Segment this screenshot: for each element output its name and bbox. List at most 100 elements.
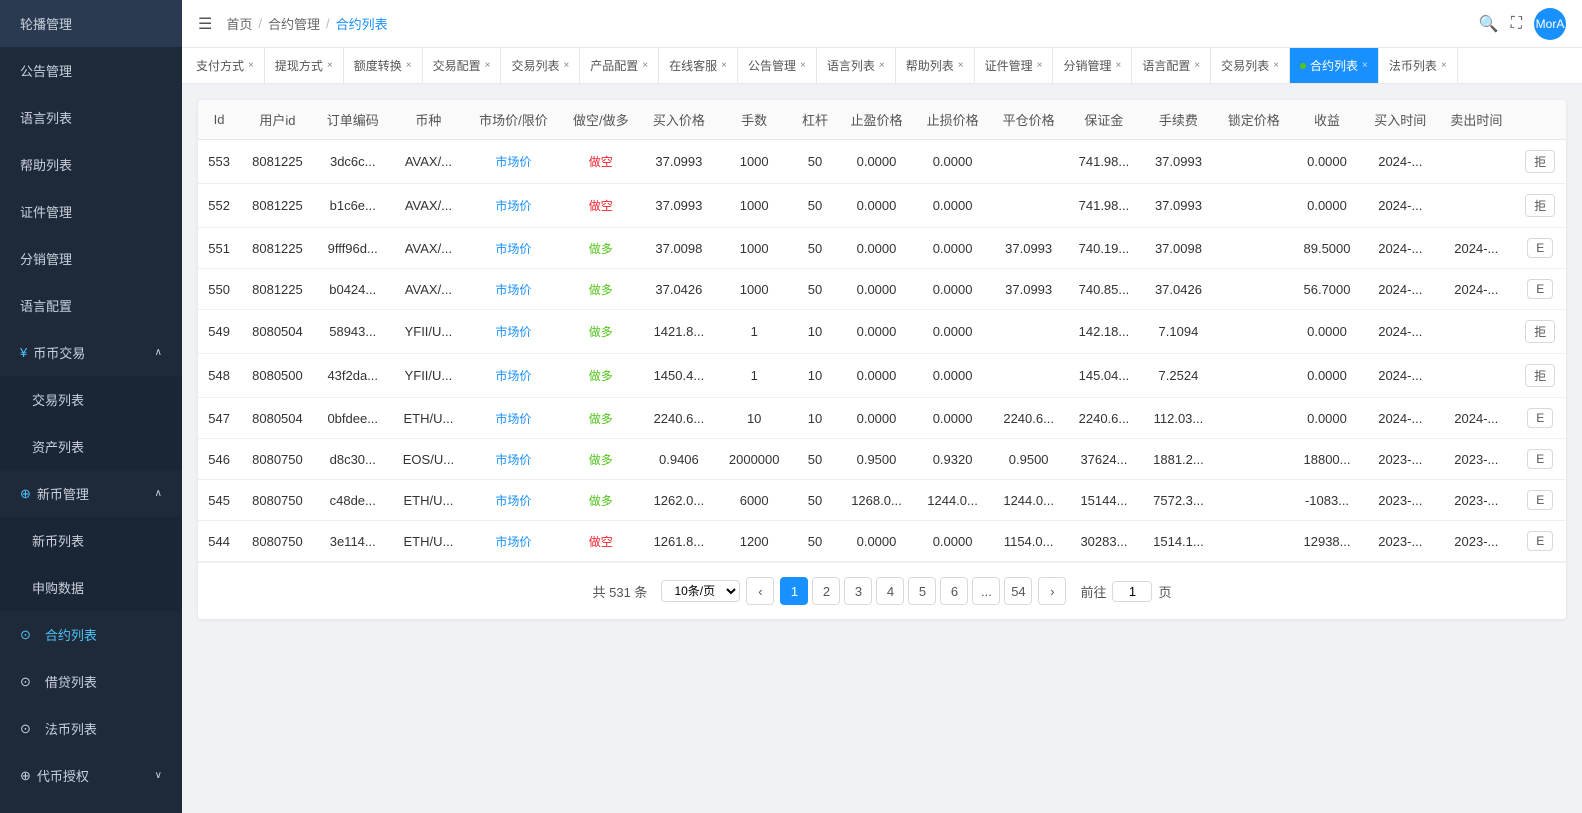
prev-page-button[interactable]: ‹ <box>746 577 774 605</box>
cell-sell-time <box>1438 354 1514 398</box>
fullscreen-icon[interactable]: ⛶ <box>1511 15 1522 33</box>
cell-fee: 37.0993 <box>1141 184 1216 228</box>
tab-交易配置[interactable]: 交易配置× <box>423 48 502 84</box>
action-button[interactable]: E <box>1527 531 1553 551</box>
action-button[interactable]: E <box>1527 449 1553 469</box>
breadcrumb-contract-mgmt[interactable]: 合约管理 <box>268 14 320 33</box>
action-button[interactable]: 拒 <box>1525 364 1555 387</box>
action-button[interactable]: 拒 <box>1525 150 1555 173</box>
breadcrumb-home[interactable]: 首页 <box>226 14 252 33</box>
cell-sell-time: 2023-... <box>1438 521 1514 562</box>
cell-profit: -1083... <box>1292 480 1362 521</box>
tab-close-icon[interactable]: × <box>800 60 806 71</box>
page-size-select[interactable]: 10条/页 <box>661 580 740 602</box>
tab-公告管理[interactable]: 公告管理× <box>738 48 817 84</box>
cell-id: 549 <box>198 310 240 354</box>
search-icon[interactable]: 🔍 <box>1479 14 1499 34</box>
tab-close-icon[interactable]: × <box>485 60 491 71</box>
action-button[interactable]: 拒 <box>1525 320 1555 343</box>
tab-分销管理[interactable]: 分销管理× <box>1053 48 1132 84</box>
col-header-0: Id <box>198 100 240 140</box>
tab-提现方式[interactable]: 提现方式× <box>265 48 344 84</box>
tab-帮助列表[interactable]: 帮助列表× <box>896 48 975 84</box>
tab-close-icon[interactable]: × <box>721 60 727 71</box>
cell-stop-profit: 0.0000 <box>838 269 914 310</box>
sidebar-item-lang-config[interactable]: 语言配置 <box>0 282 182 329</box>
sidebar-item-fiat-list[interactable]: ⊙ 法币列表 <box>0 705 182 752</box>
tab-close-icon[interactable]: × <box>1273 60 1279 71</box>
page-button-1[interactable]: 1 <box>780 577 808 605</box>
sidebar-item-banner[interactable]: 轮播管理 <box>0 0 182 47</box>
sidebar-section-new-coin[interactable]: ⊕ 新币管理 ∧ <box>0 470 182 517</box>
sidebar-item-help-list[interactable]: 帮助列表 <box>0 141 182 188</box>
menu-toggle-icon[interactable]: ☰ <box>198 14 212 34</box>
tab-合约列表[interactable]: 合约列表× <box>1290 48 1379 84</box>
tab-close-icon[interactable]: × <box>1194 60 1200 71</box>
page-button-4[interactable]: 4 <box>876 577 904 605</box>
cell-stop-profit: 0.0000 <box>838 140 914 184</box>
cell-close-price: 1154.0... <box>991 521 1067 562</box>
sidebar-item-language-list[interactable]: 语言列表 <box>0 94 182 141</box>
next-page-button[interactable]: › <box>1038 577 1066 605</box>
tab-close-icon[interactable]: × <box>1115 60 1121 71</box>
tab-产品配置[interactable]: 产品配置× <box>580 48 659 84</box>
sidebar-item-contract-list[interactable]: ⊙ 合约列表 <box>0 611 182 658</box>
tab-close-icon[interactable]: × <box>1037 60 1043 71</box>
sidebar-label-asset-list: 资产列表 <box>32 437 84 456</box>
tab-在线客服[interactable]: 在线客服× <box>659 48 738 84</box>
cell-order-code: b0424... <box>315 269 391 310</box>
table-row: 5508081225b0424...AVAX/...市场价做多37.042610… <box>198 269 1566 310</box>
page-button-6[interactable]: 6 <box>940 577 968 605</box>
tab-label: 额度转换 <box>354 57 402 74</box>
action-button[interactable]: E <box>1527 408 1553 428</box>
tab-交易列表[interactable]: 交易列表× <box>1211 48 1290 84</box>
sidebar-section-token-auth[interactable]: ⊕ 代币授权 ∨ <box>0 752 182 799</box>
tab-close-icon[interactable]: × <box>327 60 333 71</box>
sidebar-item-distribution[interactable]: 分销管理 <box>0 235 182 282</box>
tab-语言列表[interactable]: 语言列表× <box>817 48 896 84</box>
tab-label: 语言配置 <box>1142 57 1190 74</box>
page-jump-input[interactable] <box>1112 581 1152 602</box>
sidebar-item-loan-list[interactable]: ⊙ 借贷列表 <box>0 658 182 705</box>
tab-close-icon[interactable]: × <box>958 60 964 71</box>
cell-action: 拒 <box>1514 354 1566 398</box>
tab-close-icon[interactable]: × <box>1441 60 1447 71</box>
tab-法币列表[interactable]: 法币列表× <box>1379 48 1458 84</box>
sidebar-section-coin-trade[interactable]: ¥ 币币交易 ∧ <box>0 329 182 376</box>
avatar[interactable]: MorA <box>1534 8 1566 40</box>
tab-close-icon[interactable]: × <box>1362 60 1368 71</box>
cell-direction: 做多 <box>561 310 641 354</box>
action-button[interactable]: E <box>1527 238 1553 258</box>
tab-证件管理[interactable]: 证件管理× <box>975 48 1054 84</box>
tab-额度转换[interactable]: 额度转换 × <box>344 48 423 84</box>
action-button[interactable]: E <box>1527 279 1553 299</box>
page-button-2[interactable]: 2 <box>812 577 840 605</box>
tab-支付方式[interactable]: 支付方式× <box>186 48 265 84</box>
breadcrumb-sep-2: / <box>326 16 330 31</box>
cell-close-price: 0.9500 <box>991 439 1067 480</box>
tab-close-icon[interactable]: × <box>406 60 412 71</box>
cell-order-code: 0bfdee... <box>315 398 391 439</box>
sidebar-item-new-coin-list[interactable]: 新币列表 <box>0 517 182 564</box>
sidebar-item-notice[interactable]: 公告管理 <box>0 47 182 94</box>
action-button[interactable]: E <box>1527 490 1553 510</box>
tab-close-icon[interactable]: × <box>248 60 254 71</box>
sidebar-item-trade-list[interactable]: 交易列表 <box>0 376 182 423</box>
page-button-3[interactable]: 3 <box>844 577 872 605</box>
tab-close-icon[interactable]: × <box>879 60 885 71</box>
page-button-5[interactable]: 5 <box>908 577 936 605</box>
cell-lock-price <box>1216 398 1292 439</box>
action-button[interactable]: 拒 <box>1525 194 1555 217</box>
tab-close-icon[interactable]: × <box>563 60 569 71</box>
page-button-54[interactable]: 54 <box>1004 577 1032 605</box>
tab-交易列表[interactable]: 交易列表× <box>501 48 580 84</box>
cell-stop-loss: 1244.0... <box>915 480 991 521</box>
cell-id: 553 <box>198 140 240 184</box>
cell-stop-loss: 0.0000 <box>915 228 991 269</box>
sidebar-item-cert[interactable]: 证件管理 <box>0 188 182 235</box>
sidebar-item-subscribe-data[interactable]: 申购数据 <box>0 564 182 611</box>
sidebar-item-asset-list[interactable]: 资产列表 <box>0 423 182 470</box>
tab-语言配置[interactable]: 语言配置 × <box>1132 48 1211 84</box>
cell-leverage: 10 <box>791 398 838 439</box>
tab-close-icon[interactable]: × <box>642 60 648 71</box>
